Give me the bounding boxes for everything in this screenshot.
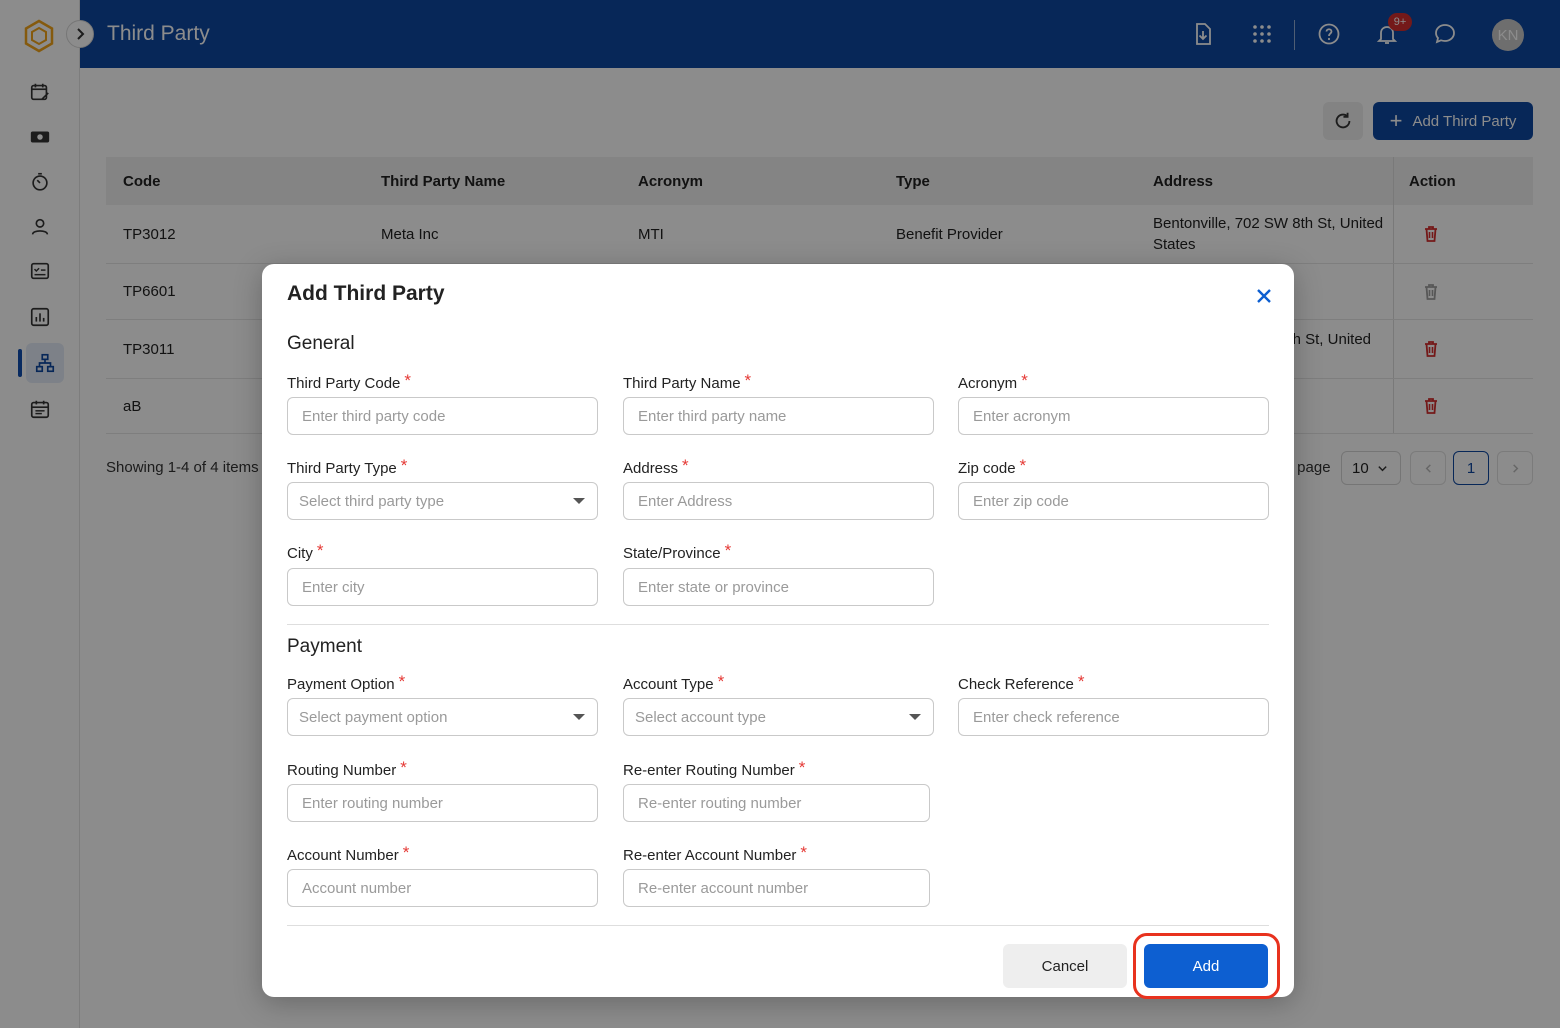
close-icon [1257, 289, 1271, 303]
dialog-title: Add Third Party [287, 282, 445, 305]
section-divider [287, 624, 1269, 625]
field-label-third-party-type: Third Party Type * [287, 456, 408, 477]
payment-option-placeholder: Select payment option [299, 708, 448, 726]
field-label-acronym: Acronym * [958, 371, 1028, 392]
field-label-city: City * [287, 541, 324, 562]
third-party-type-select[interactable]: Select third party type [287, 482, 598, 520]
check-reference-input[interactable] [958, 698, 1269, 736]
account-type-placeholder: Select account type [635, 708, 766, 726]
third-party-code-input[interactable] [287, 397, 598, 435]
account-number-input[interactable] [287, 869, 598, 907]
dropdown-caret-icon [573, 714, 585, 720]
field-label-reenter-routing-number: Re-enter Routing Number * [623, 758, 806, 779]
field-label-account-number: Account Number * [287, 843, 410, 864]
section-title-general: General [287, 333, 355, 354]
field-label-account-type: Account Type * [623, 672, 725, 693]
section-title-payment: Payment [287, 636, 362, 657]
city-input[interactable] [287, 568, 598, 606]
field-label-routing-number: Routing Number * [287, 758, 407, 779]
field-label-state-province: State/Province * [623, 541, 732, 562]
reenter-routing-number-input[interactable] [623, 784, 930, 822]
field-label-zip-code: Zip code * [958, 456, 1027, 477]
state-province-input[interactable] [623, 568, 934, 606]
cancel-button[interactable]: Cancel [1003, 944, 1127, 988]
field-label-address: Address * [623, 456, 689, 477]
reenter-account-number-input[interactable] [623, 869, 930, 907]
field-label-payment-option: Payment Option * [287, 672, 406, 693]
footer-divider [287, 925, 1269, 926]
add-third-party-dialog: Add Third Party General Third Party Code… [262, 264, 1294, 999]
third-party-name-input[interactable] [623, 397, 934, 435]
field-label-reenter-account-number: Re-enter Account Number * [623, 843, 808, 864]
payment-option-select[interactable]: Select payment option [287, 698, 598, 736]
field-label-third-party-name: Third Party Name * [623, 371, 752, 392]
field-label-third-party-code: Third Party Code * [287, 371, 412, 392]
field-label-check-reference: Check Reference * [958, 672, 1085, 693]
add-button[interactable]: Add [1144, 944, 1268, 988]
third-party-type-placeholder: Select third party type [299, 492, 445, 510]
dropdown-caret-icon [909, 714, 921, 720]
acronym-input[interactable] [958, 397, 1269, 435]
dropdown-caret-icon [573, 498, 585, 504]
account-type-select[interactable]: Select account type [623, 698, 934, 736]
address-input[interactable] [623, 482, 934, 520]
zip-code-input[interactable] [958, 482, 1269, 520]
routing-number-input[interactable] [287, 784, 598, 822]
close-button[interactable] [1252, 284, 1276, 308]
